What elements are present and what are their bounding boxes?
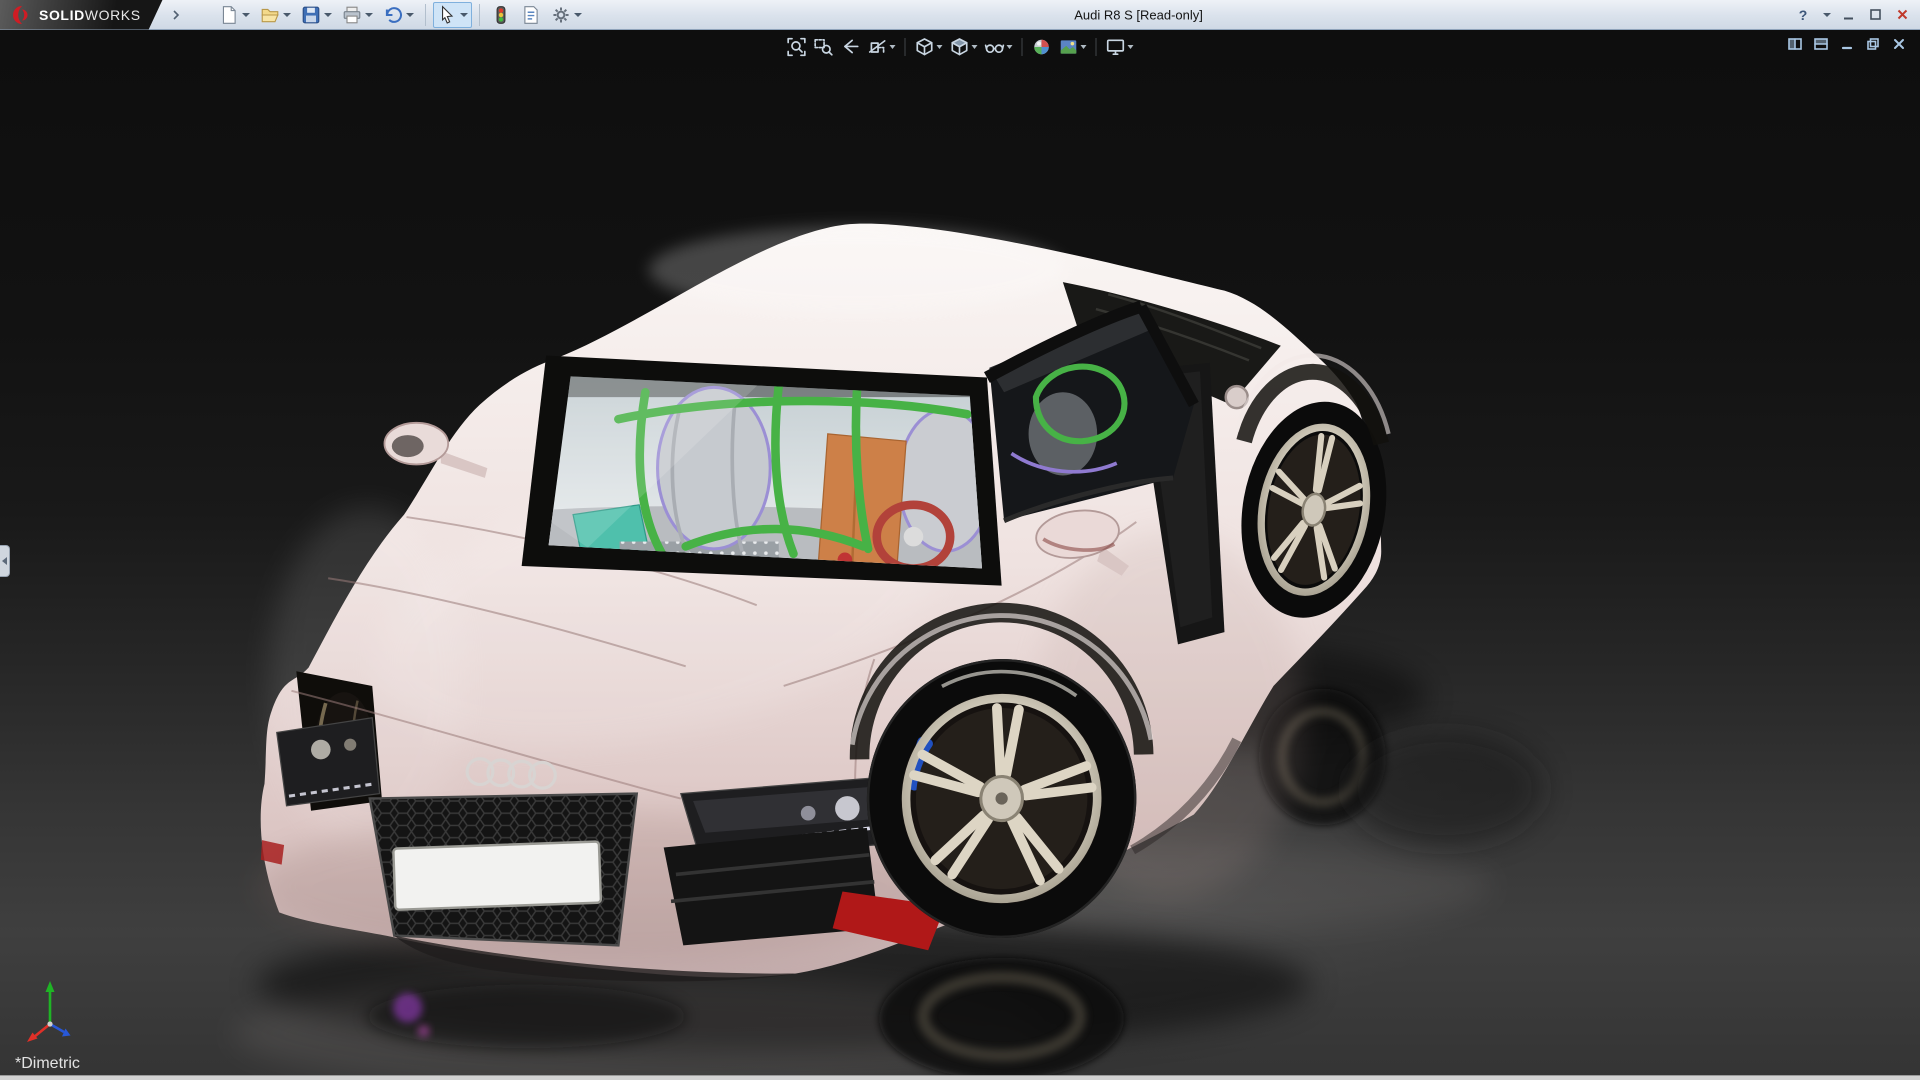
heads-up-view-toolbar (785, 35, 1136, 59)
front-grille[interactable] (368, 792, 639, 947)
minimize-icon (1843, 17, 1853, 20)
close-icon (1897, 9, 1907, 20)
chevron-down-icon[interactable] (1006, 45, 1013, 49)
windshield[interactable] (521, 355, 1012, 586)
save-button[interactable] (297, 2, 336, 28)
view-cube-icon (916, 38, 933, 56)
rebuild-button[interactable] (487, 2, 515, 28)
scene-icon (1060, 40, 1077, 54)
help-button[interactable]: ? (1793, 5, 1813, 25)
section-view-icon (868, 40, 886, 53)
restore-icon (1867, 38, 1879, 50)
window-title: Audi R8 S [Read-only] (1074, 7, 1203, 22)
car-model[interactable] (257, 223, 1403, 982)
close-icon (1894, 39, 1904, 49)
appearance-ball-icon (1034, 39, 1049, 55)
zoom-to-area-icon (814, 38, 833, 56)
document-window-controls (1786, 35, 1908, 53)
chevron-down-icon[interactable] (1823, 12, 1831, 17)
minimize-window-button[interactable] (1838, 5, 1858, 25)
undo-button[interactable] (379, 2, 418, 28)
new-document-button[interactable] (215, 2, 254, 28)
section-view-button[interactable] (866, 35, 898, 59)
chevron-down-icon[interactable] (405, 12, 414, 17)
monitor-icon (1106, 39, 1125, 56)
shaded-cube-icon (951, 38, 968, 56)
quick-access-toolbar (215, 1, 586, 28)
license-plate (392, 840, 603, 911)
select-tool-button[interactable] (432, 1, 472, 28)
toolbar-separator (478, 3, 480, 26)
minimize-document-button[interactable] (1838, 35, 1856, 53)
maximize-icon (1869, 9, 1881, 20)
display-style-button[interactable] (948, 35, 980, 59)
print-icon (343, 6, 361, 23)
chevron-down-icon[interactable] (573, 12, 582, 17)
brand-wordmark: SOLIDWORKS (39, 6, 141, 23)
view-orientation-button[interactable] (913, 35, 945, 59)
gear-icon (553, 6, 569, 23)
split-horizontal-button[interactable] (1812, 35, 1830, 53)
zoom-to-fit-icon (787, 37, 806, 57)
rebuild-stoplight-icon (496, 5, 506, 24)
chevron-down-icon[interactable] (364, 12, 373, 17)
apply-scene-button[interactable] (1057, 35, 1089, 59)
x-axis[interactable] (33, 1022, 51, 1039)
dassault-3ds-mark-icon (10, 5, 32, 25)
split-vertical-icon (1788, 38, 1802, 50)
chevron-down-icon[interactable] (323, 12, 332, 17)
view-settings-button[interactable] (1104, 35, 1136, 59)
toolbar-separator (1021, 38, 1023, 56)
menu-expand-chevron[interactable] (171, 9, 181, 20)
status-strip (0, 1075, 1920, 1080)
select-cursor-icon (441, 4, 453, 24)
edit-appearance-button[interactable] (1030, 35, 1054, 59)
3d-model-canvas[interactable] (0, 30, 1920, 1080)
new-document-icon (222, 5, 236, 24)
graphics-viewport[interactable]: *Dimetric (0, 30, 1920, 1080)
title-bar: SOLIDWORKS Audi R8 S [Read-only] ? (0, 0, 1920, 30)
toolbar-separator (424, 3, 426, 26)
print-button[interactable] (338, 2, 377, 28)
chevron-left-icon (2, 557, 7, 565)
split-vertical-button[interactable] (1786, 35, 1804, 53)
maximize-window-button[interactable] (1865, 5, 1885, 25)
feature-manager-collapsed-tab[interactable] (0, 545, 10, 577)
chevron-down-icon[interactable] (1080, 45, 1087, 49)
options-button[interactable] (547, 2, 586, 28)
glasses-icon (984, 44, 1005, 54)
chevron-down-icon[interactable] (459, 12, 468, 17)
left-headlight[interactable] (276, 717, 381, 807)
chevron-down-icon[interactable] (1127, 45, 1134, 49)
file-properties-icon (524, 5, 538, 24)
zoom-to-fit-button[interactable] (785, 35, 809, 59)
minimize-icon (1841, 46, 1853, 50)
close-window-button[interactable] (1892, 5, 1912, 25)
solidworks-window: SOLIDWORKS Audi R8 S [Read-only] ? *Dime… (0, 0, 1920, 1080)
chevron-down-icon[interactable] (241, 12, 250, 17)
chevron-down-icon[interactable] (889, 45, 896, 49)
previous-view-icon (844, 39, 859, 54)
chevron-down-icon[interactable] (971, 45, 978, 49)
chevron-down-icon[interactable] (282, 12, 291, 17)
undo-arrow-icon (385, 6, 402, 23)
split-horizontal-icon (1814, 38, 1828, 50)
restore-document-button[interactable] (1864, 35, 1882, 53)
file-properties-button[interactable] (517, 2, 545, 28)
view-orientation-label: *Dimetric (15, 1055, 80, 1072)
window-controls: ? (1793, 5, 1920, 25)
open-folder-icon (261, 8, 279, 22)
toolbar-separator (904, 38, 906, 56)
help-question-icon: ? (1798, 6, 1808, 23)
save-floppy-icon (302, 6, 320, 23)
open-button[interactable] (256, 2, 295, 28)
previous-view-button[interactable] (839, 35, 863, 59)
solidworks-logo: SOLIDWORKS (0, 0, 163, 30)
toolbar-separator (1095, 38, 1097, 56)
orientation-triad[interactable] (24, 974, 80, 1048)
chevron-down-icon[interactable] (936, 45, 943, 49)
close-document-button[interactable] (1890, 35, 1908, 53)
zoom-to-area-button[interactable] (812, 35, 836, 59)
hide-show-items-button[interactable] (983, 35, 1015, 59)
